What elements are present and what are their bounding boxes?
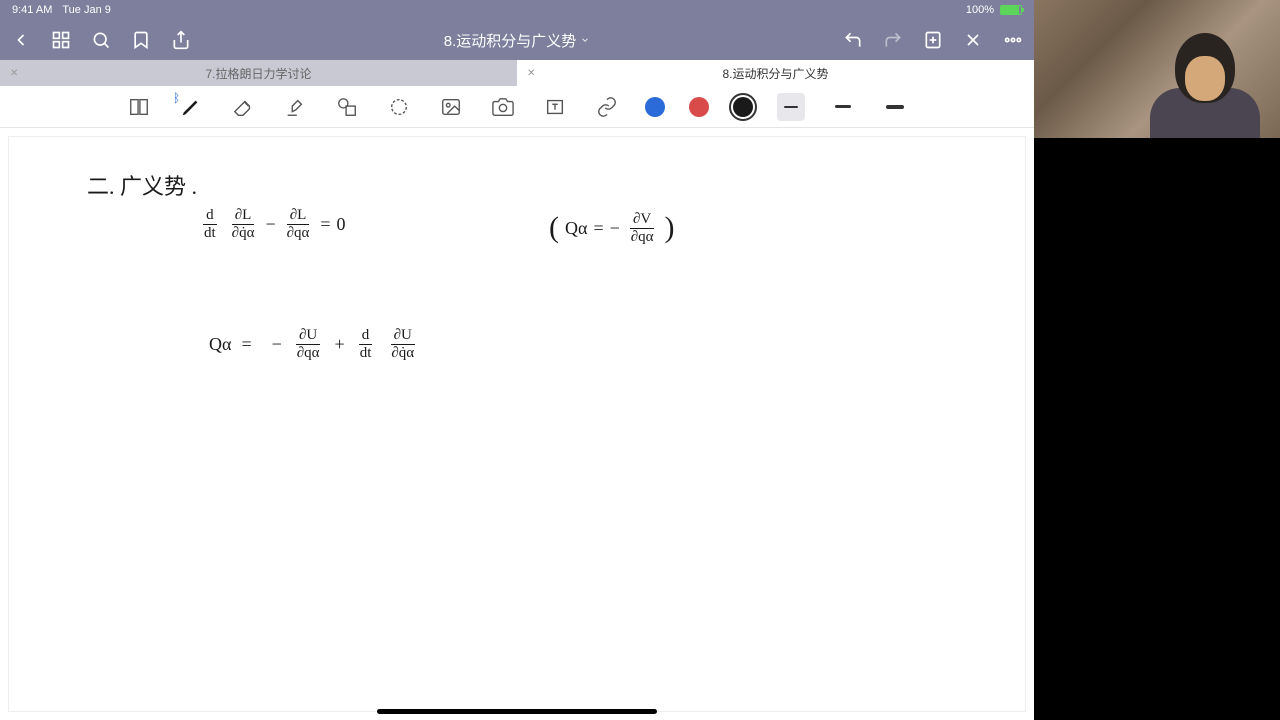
share-button[interactable]: [170, 29, 192, 51]
status-bar: 9:41 AM Tue Jan 9 100%: [0, 0, 1034, 20]
close-button[interactable]: [962, 29, 984, 51]
chevron-down-icon: [580, 35, 590, 45]
black-sidebar: [1034, 138, 1280, 720]
highlighter-tool[interactable]: [281, 93, 309, 121]
back-button[interactable]: [10, 29, 32, 51]
more-button[interactable]: [1002, 29, 1024, 51]
equation-3: Qα = − ∂U∂qα + ddt ∂U∂q̇α: [209, 327, 419, 361]
color-blue[interactable]: [645, 97, 665, 117]
status-time: 9:41 AM: [12, 4, 52, 16]
redo-button[interactable]: [882, 29, 904, 51]
search-button[interactable]: [90, 29, 112, 51]
read-mode-button[interactable]: [125, 93, 153, 121]
pen-tool[interactable]: ᛒ: [177, 93, 205, 121]
stroke-thin[interactable]: [777, 93, 805, 121]
undo-button[interactable]: [842, 29, 864, 51]
equation-2: ( Qα = − ∂V∂qα ): [549, 211, 675, 245]
equation-1: ddt ∂L∂q̇α − ∂L∂qα = 0: [199, 207, 346, 241]
grid-button[interactable]: [50, 29, 72, 51]
tab-active[interactable]: ✕ 8.运动积分与广义势: [517, 60, 1034, 86]
canvas-area[interactable]: 二. 广义势 . ddt ∂L∂q̇α − ∂L∂qα = 0 ( Qα = −…: [0, 128, 1034, 720]
tab-close-icon[interactable]: ✕: [527, 68, 535, 79]
tab-inactive[interactable]: ✕ 7.拉格朗日力学讨论: [0, 60, 517, 86]
section-title: 二. 广义势 .: [87, 169, 197, 201]
app-area: 9:41 AM Tue Jan 9 100%: [0, 0, 1034, 720]
link-tool[interactable]: [593, 93, 621, 121]
color-black[interactable]: [733, 97, 753, 117]
tab-label: 8.运动积分与广义势: [722, 65, 828, 82]
battery-icon: [1000, 5, 1022, 15]
shape-tool[interactable]: [333, 93, 361, 121]
webcam-overlay: [1034, 0, 1280, 138]
eraser-tool[interactable]: [229, 93, 257, 121]
stroke-thick[interactable]: [881, 93, 909, 121]
page: 二. 广义势 . ddt ∂L∂q̇α − ∂L∂qα = 0 ( Qα = −…: [8, 136, 1026, 712]
bookmark-button[interactable]: [130, 29, 152, 51]
stroke-medium[interactable]: [829, 93, 857, 121]
tab-label: 7.拉格朗日力学讨论: [205, 65, 311, 82]
text-tool[interactable]: [541, 93, 569, 121]
battery-percent: 100%: [966, 4, 994, 16]
bluetooth-icon: ᛒ: [173, 91, 180, 105]
color-red[interactable]: [689, 97, 709, 117]
header-bar: 8.运动积分与广义势: [0, 20, 1034, 60]
document-title: 8.运动积分与广义势: [444, 30, 577, 51]
camera-tool[interactable]: [489, 93, 517, 121]
tab-close-icon[interactable]: ✕: [10, 68, 18, 79]
home-indicator[interactable]: [377, 709, 657, 714]
lasso-tool[interactable]: [385, 93, 413, 121]
document-title-dropdown[interactable]: 8.运动积分与广义势: [444, 30, 591, 51]
add-page-button[interactable]: [922, 29, 944, 51]
image-tool[interactable]: [437, 93, 465, 121]
status-date: Tue Jan 9: [62, 4, 111, 16]
tab-bar: ✕ 7.拉格朗日力学讨论 ✕ 8.运动积分与广义势: [0, 60, 1034, 86]
toolbar: ᛒ: [0, 86, 1034, 128]
